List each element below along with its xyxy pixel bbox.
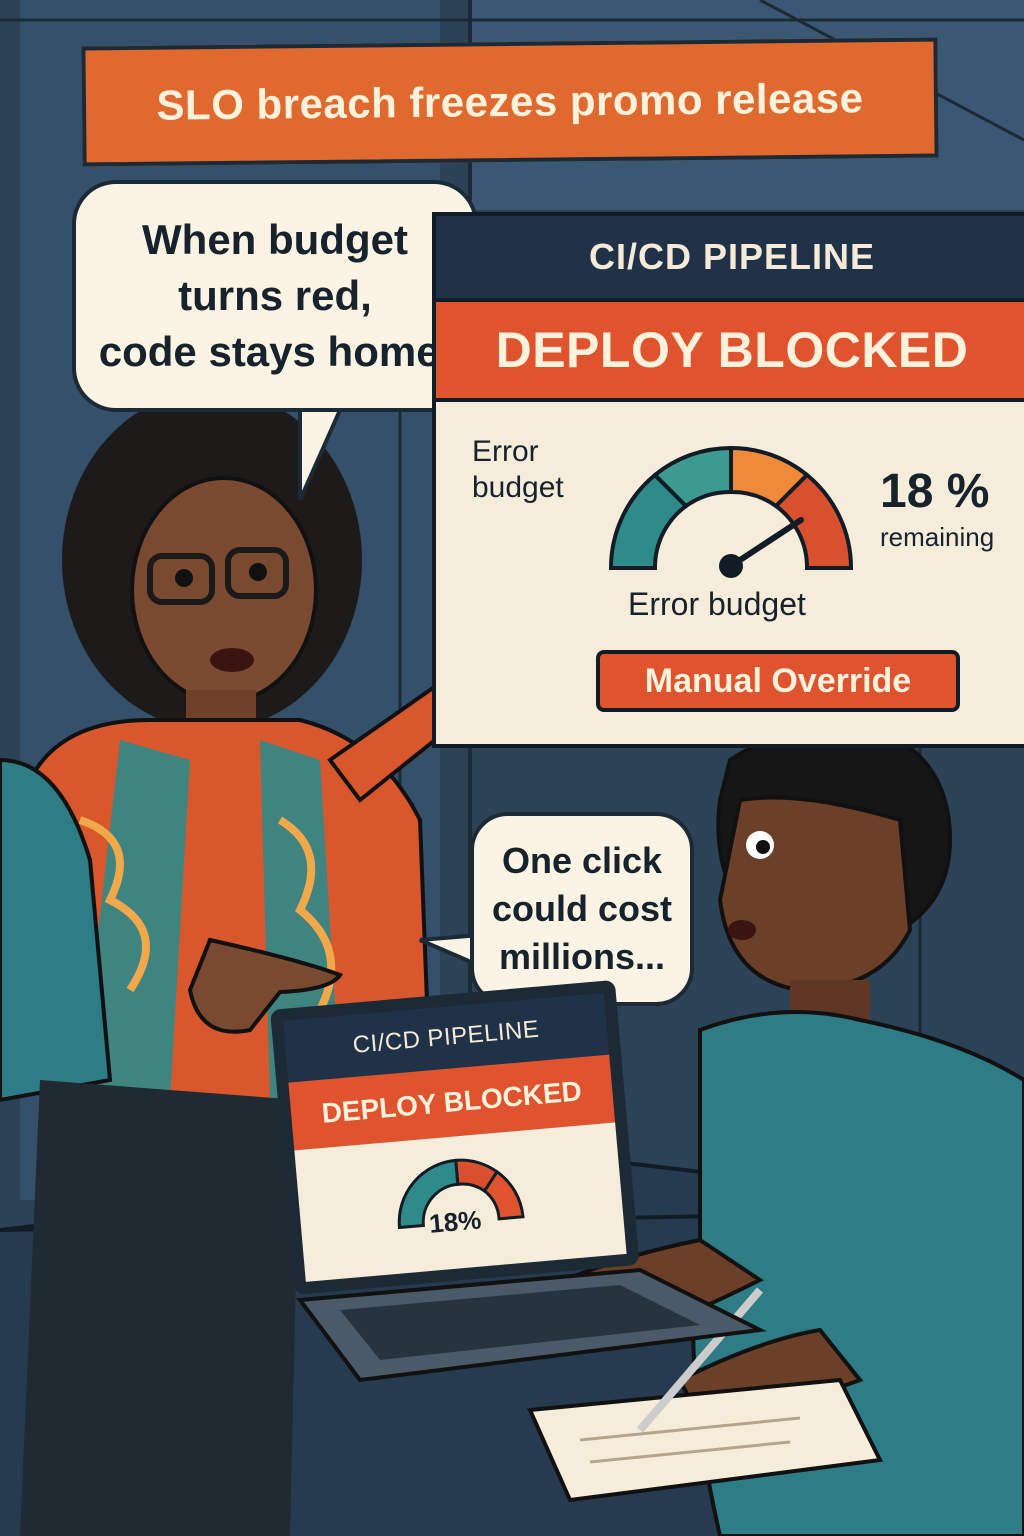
budget-percent: 18 % (880, 465, 990, 518)
speech-bubble-engineer: One click could cost millions... (470, 812, 694, 1006)
manual-override-button[interactable]: Manual Override (596, 650, 960, 712)
speech-bubble-lead: When budget turns red, code stays home. (72, 180, 478, 412)
laptop-screen: CI/CD PIPELINE DEPLOY BLOCKED 18% (270, 979, 640, 1295)
monitor-title: CI/CD PIPELINE (588, 236, 876, 277)
laptop-body: 18% (294, 1122, 627, 1282)
speech-bubble-lead-text: When budget turns red, code stays home. (98, 216, 452, 375)
error-budget-gauge (608, 445, 854, 578)
gauge-hub (719, 554, 743, 578)
speech-bubble-engineer-text: One click could cost millions... (491, 840, 673, 977)
laptop-title: CI/CD PIPELINE (351, 1015, 541, 1059)
laptop-budget-percent: 18% (427, 1204, 483, 1239)
deploy-blocked-alert: DEPLOY BLOCKED (432, 302, 1024, 402)
budget-remaining-label: remaining (880, 522, 995, 552)
manual-override-label: Manual Override (644, 661, 912, 700)
gauge-caption: Error budget (628, 586, 806, 622)
laptop-deploy-blocked-status: DEPLOY BLOCKED (320, 1075, 583, 1129)
gauge-needle (728, 517, 804, 569)
monitor-body: Error budget 18 % remaining Error budget… (432, 402, 1024, 748)
pipeline-monitor: CI/CD PIPELINE DEPLOY BLOCKED Error budg… (432, 212, 1024, 748)
headline-banner: SLO breach freezes promo release (81, 37, 939, 167)
gauge-side-label: Error budget (472, 435, 564, 504)
headline-text: SLO breach freezes promo release (156, 74, 864, 129)
monitor-header: CI/CD PIPELINE (432, 212, 1024, 302)
deploy-blocked-status: DEPLOY BLOCKED (495, 322, 969, 378)
